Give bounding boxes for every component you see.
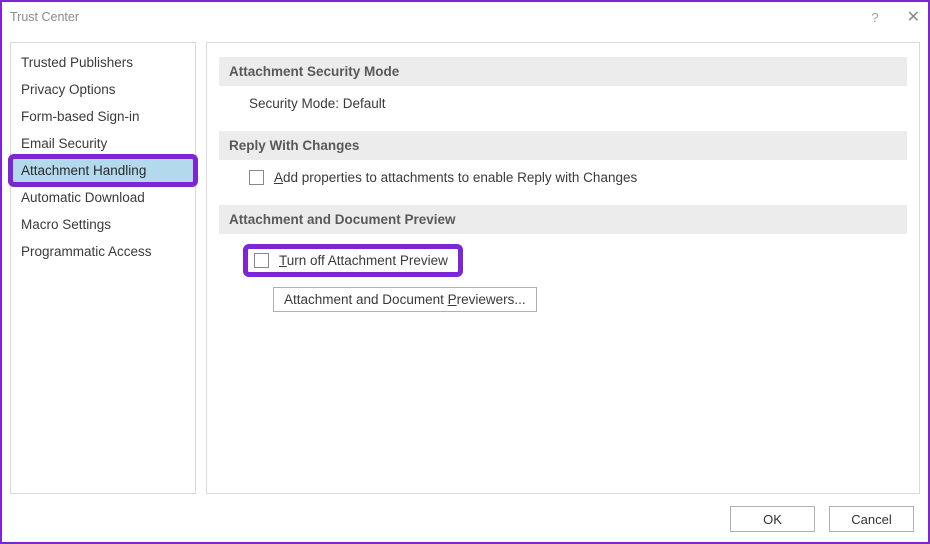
trust-center-window: Trust Center ? ✕ Trusted Publishers Priv… [0, 0, 930, 544]
window-title: Trust Center [10, 10, 79, 24]
checkbox-box-icon [254, 253, 269, 268]
checkbox-label-add-properties: Add properties to attachments to enable … [274, 170, 637, 185]
sidebar-item-email-security[interactable]: Email Security [11, 130, 195, 157]
checkbox-add-properties[interactable]: Add properties to attachments to enable … [249, 170, 897, 185]
titlebar: Trust Center ? ✕ [2, 2, 928, 32]
close-icon[interactable]: ✕ [907, 7, 920, 27]
help-icon[interactable]: ? [871, 10, 878, 25]
sidebar-item-automatic-download[interactable]: Automatic Download [11, 184, 195, 211]
sidebar: Trusted Publishers Privacy Options Form-… [10, 42, 196, 494]
cancel-button[interactable]: Cancel [829, 506, 914, 532]
section-header-attachment-security-mode: Attachment Security Mode [219, 57, 907, 86]
titlebar-controls: ? ✕ [871, 7, 920, 27]
section-header-attachment-preview: Attachment and Document Preview [219, 205, 907, 234]
checkbox-box-icon [249, 170, 264, 185]
sidebar-item-trusted-publishers[interactable]: Trusted Publishers [11, 49, 195, 76]
sidebar-item-form-based-sign-in[interactable]: Form-based Sign-in [11, 103, 195, 130]
ok-button[interactable]: OK [730, 506, 815, 532]
previewers-button[interactable]: Attachment and Document Previewers... [273, 287, 537, 312]
sidebar-item-privacy-options[interactable]: Privacy Options [11, 76, 195, 103]
section-header-reply-with-changes: Reply With Changes [219, 131, 907, 160]
content-panel: Attachment Security Mode Security Mode: … [206, 42, 920, 494]
sidebar-item-macro-settings[interactable]: Macro Settings [11, 211, 195, 238]
checkbox-turn-off-attachment-preview[interactable]: Turn off Attachment Preview [243, 244, 463, 277]
checkbox-label-turn-off-preview: Turn off Attachment Preview [279, 253, 448, 268]
dialog-footer: OK Cancel [730, 506, 914, 532]
body-area: Trusted Publishers Privacy Options Form-… [10, 42, 920, 494]
sidebar-item-attachment-handling[interactable]: Attachment Handling [11, 157, 195, 184]
security-mode-value: Security Mode: Default [219, 86, 907, 129]
sidebar-item-programmatic-access[interactable]: Programmatic Access [11, 238, 195, 265]
